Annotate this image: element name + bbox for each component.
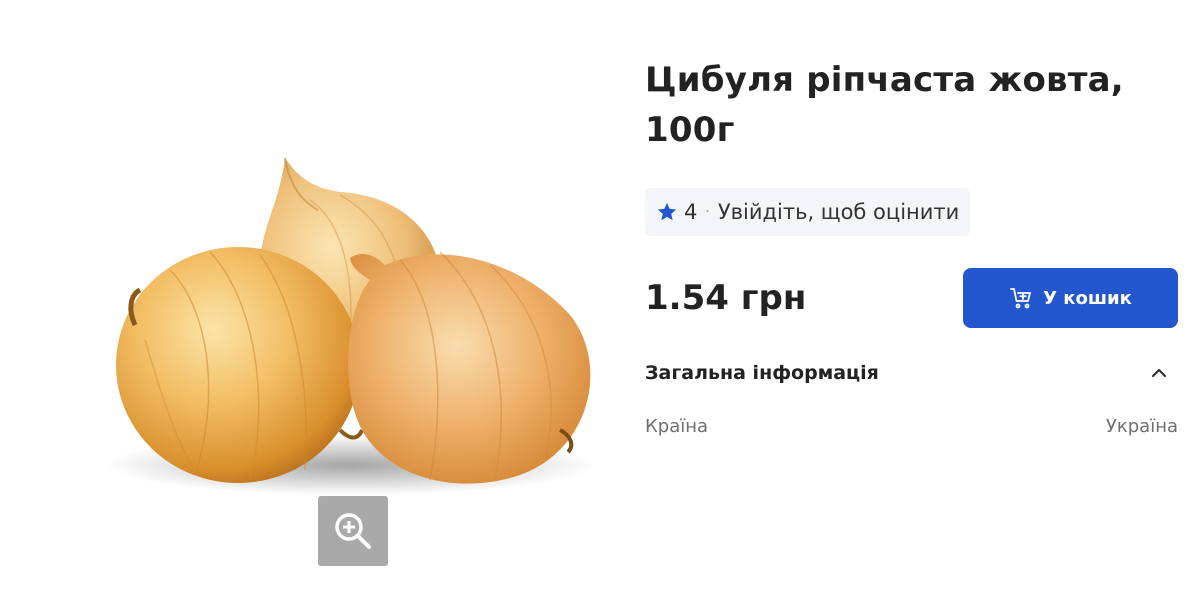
general-info-toggle[interactable]: Загальна інформація — [645, 356, 1178, 390]
product-page: Цибуля ріпчаста жовта, 100г 4 · Увійдіть… — [0, 0, 1190, 594]
add-to-cart-label: У кошик — [1043, 287, 1132, 309]
login-to-rate-link[interactable]: Увійдіть, щоб оцінити — [718, 200, 959, 224]
rating-separator: · — [705, 204, 710, 220]
rating-widget: 4 · Увійдіть, щоб оцінити — [645, 188, 971, 236]
chevron-up-icon — [1151, 368, 1167, 378]
price-row: 1.54 грн У кошик — [645, 268, 1178, 328]
zoom-in-icon — [335, 513, 371, 549]
product-title: Цибуля ріпчаста жовта, 100г — [645, 60, 1124, 150]
zoom-button[interactable] — [318, 496, 388, 566]
spec-row-country: Країна Україна — [645, 412, 1178, 442]
cart-plus-icon — [1009, 286, 1033, 310]
general-info-title: Загальна інформація — [645, 362, 879, 384]
product-info: Цибуля ріпчаста жовта, 100г 4 · Увійдіть… — [645, 55, 1178, 442]
spec-label: Країна — [645, 416, 709, 437]
spec-value: Україна — [1105, 416, 1178, 437]
product-image-container — [100, 140, 610, 500]
product-image-onions — [105, 157, 595, 495]
product-price: 1.54 грн — [645, 278, 807, 318]
star-icon — [656, 201, 678, 223]
add-to-cart-button[interactable]: У кошик — [963, 268, 1178, 328]
rating-value: 4 — [684, 200, 698, 224]
